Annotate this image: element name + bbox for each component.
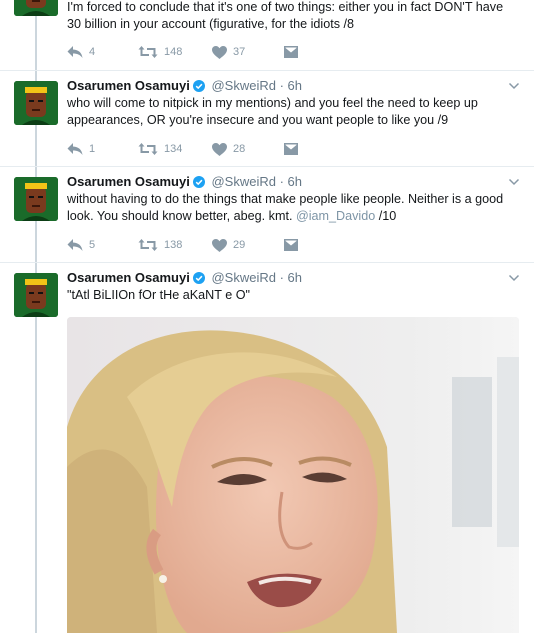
mention-link[interactable]: @iam_Davido bbox=[296, 209, 375, 223]
timestamp[interactable]: 6h bbox=[288, 270, 302, 285]
chevron-down-icon[interactable] bbox=[508, 176, 520, 188]
direct-message-button[interactable] bbox=[284, 237, 298, 253]
direct-message-icon bbox=[284, 143, 298, 155]
thread-number: /10 bbox=[378, 209, 397, 223]
like-button[interactable]: 28 bbox=[212, 141, 245, 157]
retweet-icon bbox=[138, 143, 158, 155]
reply-count: 1 bbox=[89, 143, 96, 155]
reply-icon bbox=[67, 46, 83, 58]
avatar[interactable] bbox=[14, 81, 58, 125]
retweet-button[interactable]: 148 bbox=[138, 44, 182, 60]
timestamp[interactable]: 6h bbox=[288, 78, 302, 93]
retweet-count: 134 bbox=[164, 143, 183, 155]
author-handle[interactable]: @SkweiRd bbox=[211, 174, 276, 189]
like-icon bbox=[212, 45, 227, 59]
author-name[interactable]: Osarumen Osamuyi bbox=[67, 78, 190, 93]
tweet-body: without having to do the things that mak… bbox=[67, 192, 504, 223]
avatar[interactable] bbox=[14, 177, 58, 221]
verified-icon bbox=[192, 272, 205, 284]
tweet-header: Osarumen Osamuyi @SkweiRd · 6h bbox=[67, 270, 302, 286]
direct-message-button[interactable] bbox=[284, 141, 298, 157]
reply-count: 5 bbox=[89, 239, 96, 251]
retweet-icon bbox=[138, 239, 158, 251]
direct-message-icon bbox=[284, 46, 298, 58]
tweet-text: I'm forced to conclude that it's one of … bbox=[67, 0, 504, 31]
author-name[interactable]: Osarumen Osamuyi bbox=[67, 174, 190, 189]
reply-icon bbox=[67, 143, 83, 155]
reply-count: 4 bbox=[89, 46, 96, 58]
chevron-down-icon[interactable] bbox=[508, 80, 520, 92]
reply-button[interactable]: 4 bbox=[67, 44, 95, 60]
author-handle[interactable]: @SkweiRd bbox=[211, 270, 276, 285]
like-count: 28 bbox=[233, 143, 246, 155]
verified-icon bbox=[192, 80, 205, 92]
author-name[interactable]: Osarumen Osamuyi bbox=[67, 270, 190, 285]
separator: · bbox=[279, 174, 284, 189]
author-handle[interactable]: @SkweiRd bbox=[211, 78, 276, 93]
separator: · bbox=[279, 78, 284, 93]
chevron-down-icon[interactable] bbox=[508, 272, 520, 284]
like-button[interactable]: 37 bbox=[212, 44, 245, 60]
reply-icon bbox=[67, 239, 83, 251]
tweet-text: "tAtl BiLIIOn fOr tHe aKaNT e O" bbox=[67, 288, 250, 302]
verified-icon bbox=[192, 176, 205, 188]
avatar[interactable] bbox=[14, 0, 58, 16]
divider bbox=[0, 166, 534, 167]
like-count: 29 bbox=[233, 239, 246, 251]
like-button[interactable]: 29 bbox=[212, 237, 245, 253]
retweet-count: 148 bbox=[164, 46, 183, 58]
tweet-header: Osarumen Osamuyi @SkweiRd · 6h bbox=[67, 174, 302, 190]
retweet-count: 138 bbox=[164, 239, 183, 251]
tweet-header: Osarumen Osamuyi @SkweiRd · 6h bbox=[67, 78, 302, 94]
timestamp[interactable]: 6h bbox=[288, 174, 302, 189]
retweet-icon bbox=[138, 46, 158, 58]
tweet-media-image[interactable] bbox=[67, 317, 519, 633]
separator: · bbox=[279, 270, 284, 285]
divider bbox=[0, 262, 534, 263]
reply-button[interactable]: 1 bbox=[67, 141, 95, 157]
tweet-text: who will come to nitpick in my mentions)… bbox=[67, 96, 478, 127]
direct-message-button[interactable] bbox=[284, 44, 298, 60]
like-icon bbox=[212, 142, 227, 156]
direct-message-icon bbox=[284, 239, 298, 251]
like-icon bbox=[212, 238, 227, 252]
retweet-button[interactable]: 138 bbox=[138, 237, 182, 253]
reply-button[interactable]: 5 bbox=[67, 237, 95, 253]
retweet-button[interactable]: 134 bbox=[138, 141, 182, 157]
tweet-text: without having to do the things that mak… bbox=[67, 191, 519, 225]
divider bbox=[0, 70, 534, 71]
like-count: 37 bbox=[233, 46, 246, 58]
avatar[interactable] bbox=[14, 273, 58, 317]
